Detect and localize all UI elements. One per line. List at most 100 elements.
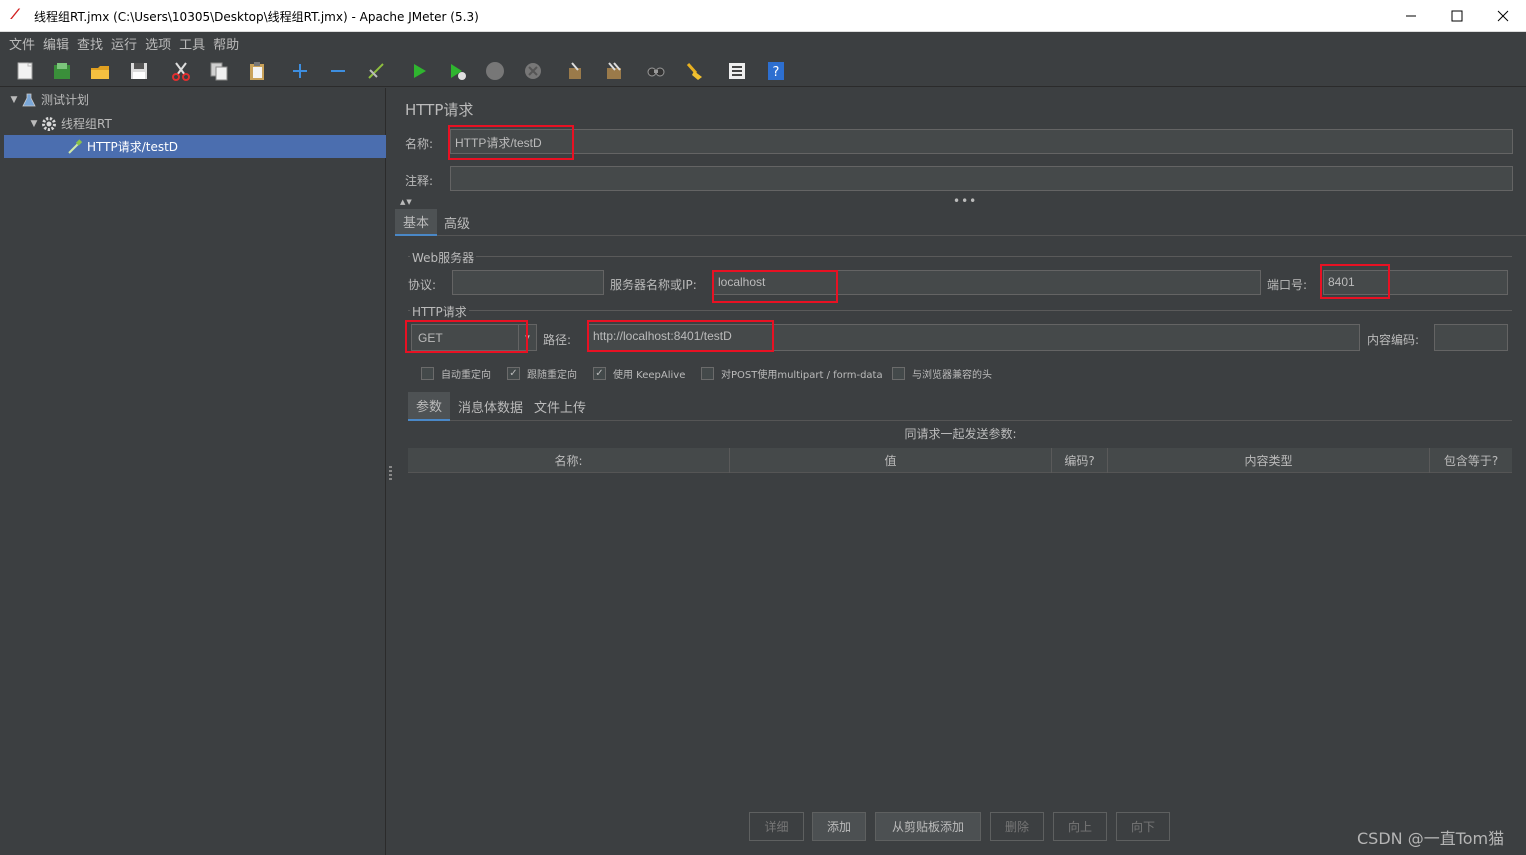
gear-icon [40, 115, 58, 133]
method-select[interactable]: GET ▼ [411, 324, 537, 351]
menu-options[interactable]: 选项 [142, 34, 174, 53]
parameter-tabs: 参数 消息体数据 文件上传 [408, 392, 1512, 421]
server-input[interactable]: localhost [713, 270, 1261, 295]
shutdown-button[interactable] [522, 60, 544, 82]
close-icon [1497, 10, 1509, 22]
column-header-content-type[interactable]: 内容类型 [1108, 448, 1430, 473]
chevron-down-icon[interactable]: ▼ [28, 119, 40, 129]
check-icon[interactable]: ✓ [507, 367, 520, 380]
shutdown-icon [525, 63, 541, 79]
multipart-checkbox[interactable]: 对POST使用multipart / form-data [701, 366, 883, 381]
templates-icon [54, 63, 70, 79]
name-input[interactable]: HTTP请求/testD [450, 129, 1513, 154]
http-request-title: HTTP请求 [410, 303, 469, 320]
panel-splitter[interactable] [386, 88, 395, 855]
reset-search-icon [686, 63, 702, 80]
comment-input[interactable] [450, 166, 1513, 191]
paste-button[interactable] [246, 60, 268, 82]
tab-basic[interactable]: 基本 [395, 209, 438, 236]
open-button[interactable] [89, 60, 111, 82]
window-title: 线程组RT.jmx (C:\Users\10305\Desktop\线程组RT.… [34, 10, 479, 24]
mini-splitter[interactable]: ▲▼ ••• [395, 194, 1526, 208]
expand-button[interactable] [289, 60, 311, 82]
tab-file-upload[interactable]: 文件上传 [526, 392, 594, 421]
checkbox-box[interactable] [892, 367, 905, 380]
stop-button[interactable] [484, 60, 506, 82]
toggle-icon [368, 63, 384, 79]
page-title: HTTP请求 [405, 101, 474, 119]
auto-redirect-checkbox[interactable]: 自动重定向 [421, 366, 491, 381]
templates-button[interactable] [51, 60, 73, 82]
port-input[interactable]: 8401 [1323, 270, 1508, 295]
splitter-grip[interactable] [389, 466, 392, 480]
tab-body-data[interactable]: 消息体数据 [450, 392, 531, 421]
column-header-value[interactable]: 值 [730, 448, 1052, 473]
svg-text:?: ? [773, 65, 780, 80]
follow-redirect-checkbox[interactable]: ✓ 跟随重定向 [507, 366, 577, 381]
config-tabs: 基本 高级 [395, 209, 1526, 236]
column-header-encode[interactable]: 编码? [1052, 448, 1108, 473]
move-down-button[interactable]: 向下 [1116, 812, 1170, 841]
jmeter-feather-icon: ⁄ [14, 7, 17, 23]
checkbox-box[interactable] [701, 367, 714, 380]
start-icon [414, 64, 426, 78]
params-table-header: 名称: 值 编码? 内容类型 包含等于? [408, 448, 1512, 473]
clear-icon [569, 62, 581, 79]
tree-item-label: 测试计划 [41, 93, 90, 107]
check-icon[interactable]: ✓ [593, 367, 606, 380]
menu-tools[interactable]: 工具 [176, 34, 208, 53]
split-arrows-icon[interactable]: ▲▼ [400, 198, 413, 206]
chevron-down-icon[interactable]: ▼ [8, 95, 20, 105]
column-header-name[interactable]: 名称: [408, 448, 730, 473]
test-plan-tree[interactable]: ▼ 测试计划 ▼ 线程组RT HTTP请求/testD [4, 88, 386, 855]
close-button[interactable] [1480, 0, 1526, 32]
maximize-button[interactable] [1434, 0, 1480, 32]
delete-button[interactable]: 删除 [990, 812, 1044, 841]
copy-button[interactable] [208, 60, 230, 82]
function-helper-button[interactable] [726, 60, 748, 82]
clear-all-button[interactable] [603, 60, 625, 82]
reset-search-button[interactable] [683, 60, 705, 82]
new-button[interactable] [14, 60, 36, 82]
clear-button[interactable] [564, 60, 586, 82]
move-up-button[interactable]: 向上 [1053, 812, 1107, 841]
checkbox-box[interactable] [421, 367, 434, 380]
menu-run[interactable]: 运行 [108, 34, 140, 53]
http-request-panel: HTTP请求 名称: HTTP请求/testD 注释: ▲▼ ••• 基本 高级… [395, 88, 1526, 855]
browser-headers-checkbox[interactable]: 与浏览器兼容的头 [892, 366, 992, 381]
minimize-button[interactable] [1388, 0, 1434, 32]
menu-file[interactable]: 文件 [6, 34, 38, 53]
help-button[interactable]: ? [765, 60, 787, 82]
save-button[interactable] [128, 60, 150, 82]
web-server-title: Web服务器 [410, 249, 477, 266]
collapse-button[interactable] [327, 60, 349, 82]
protocol-input[interactable] [452, 270, 604, 295]
column-header-include-equals[interactable]: 包含等于? [1430, 448, 1512, 473]
detail-button[interactable]: 详细 [749, 812, 804, 841]
checkbox-label: 对POST使用multipart / form-data [721, 370, 883, 381]
chevron-down-icon[interactable]: ▼ [518, 325, 536, 350]
path-input[interactable]: http://localhost:8401/testD [588, 324, 1360, 351]
encoding-input[interactable] [1434, 324, 1508, 351]
tab-parameters[interactable]: 参数 [408, 392, 451, 421]
keepalive-checkbox[interactable]: ✓ 使用 KeepAlive [593, 366, 685, 381]
menu-edit[interactable]: 编辑 [40, 34, 72, 53]
tree-item-thread-group[interactable]: ▼ 线程组RT [4, 112, 386, 135]
menu-search[interactable]: 查找 [74, 34, 106, 53]
tree-item-http-request[interactable]: HTTP请求/testD [4, 135, 386, 158]
search-button[interactable] [645, 60, 667, 82]
split-dots-icon[interactable]: ••• [953, 194, 977, 208]
toggle-button[interactable] [365, 60, 387, 82]
add-button[interactable]: 添加 [812, 812, 866, 841]
start-no-pause-button[interactable] [446, 60, 468, 82]
protocol-label: 协议: [408, 278, 437, 292]
stop-icon [486, 62, 504, 80]
expand-icon [293, 64, 307, 78]
cut-button[interactable] [170, 60, 192, 82]
add-from-clipboard-button[interactable]: 从剪贴板添加 [875, 812, 981, 841]
method-value: GET [418, 331, 443, 345]
tab-advanced[interactable]: 高级 [436, 209, 478, 236]
menu-help[interactable]: 帮助 [210, 34, 242, 53]
tree-item-test-plan[interactable]: ▼ 测试计划 [4, 88, 386, 111]
start-button[interactable] [408, 60, 430, 82]
